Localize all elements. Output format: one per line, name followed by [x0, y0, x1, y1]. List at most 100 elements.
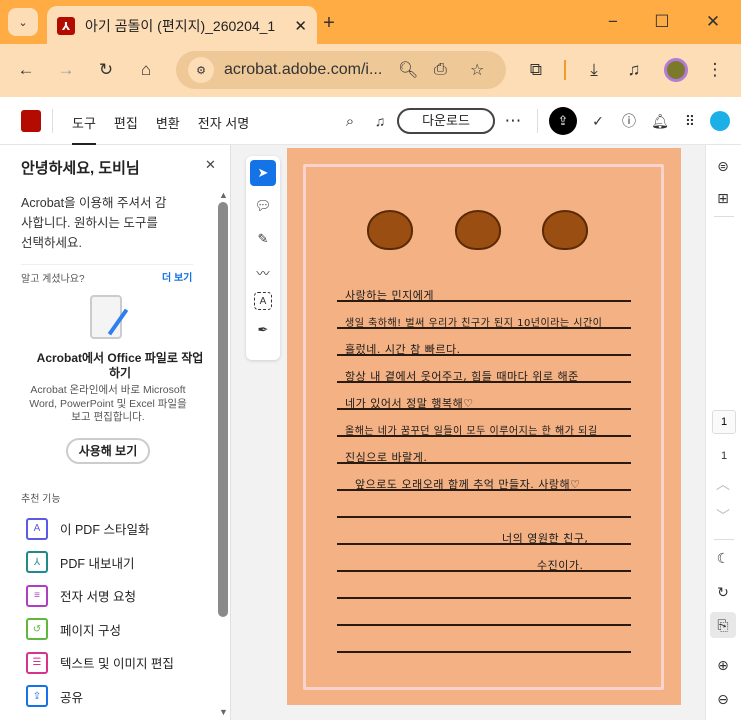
install-app-icon[interactable]: ⎙ [434, 61, 470, 79]
edit-text-image-icon: ☰ [26, 651, 48, 674]
feature-edit-text-image[interactable]: ☰ 텍스트 및 이미지 편집 [0, 646, 215, 680]
welcome-panel: 안녕하세요, 도비님 ✕ Acrobat을 이용해 주셔서 감사합니다. 원하시… [0, 145, 231, 720]
divider [714, 216, 734, 217]
letter-line: 사랑하는 민지에게 [345, 289, 434, 302]
maximize-button[interactable]: ☐ [647, 8, 677, 36]
nav-convert[interactable]: 변환 [156, 113, 180, 145]
back-icon[interactable]: ← [12, 56, 40, 84]
reload-icon[interactable]: ↻ [92, 56, 120, 84]
divider [537, 109, 538, 133]
letter-line: 항상 내 곁에서 웃어주고, 힘들 때마다 위로 해준 [345, 370, 579, 383]
browser-tab[interactable]: ⅄ 아기 곰돌이 (편지지)_260204_1 ✕ [47, 6, 317, 46]
ruled-line [337, 597, 631, 599]
comments-panel-icon[interactable]: ⊜ [710, 153, 736, 179]
feature-export-pdf[interactable]: ⅄ PDF 내보내기 [0, 546, 215, 580]
site-info-icon[interactable]: ⚙ [188, 57, 214, 83]
media-controls-icon[interactable]: ♫ [620, 56, 648, 84]
help-icon[interactable]: ⓘ [619, 109, 639, 133]
feature-organize-pages[interactable]: ↺ 페이지 구성 [0, 613, 215, 647]
page-number-input[interactable]: 1 [712, 410, 736, 434]
new-tab-button[interactable]: + [316, 10, 342, 36]
request-signature-icon: ≡ [26, 584, 48, 607]
pdf-icon: ⅄ [57, 17, 75, 35]
nav-esign[interactable]: 전자 서명 [198, 113, 249, 145]
feature-list: A이 PDF 스타일화 ⅄ PDF 내보내기 ≡ 전자 서명 요청 ↺ 페이지 구성 … [0, 512, 215, 713]
next-page-icon[interactable]: ﹀ [710, 503, 736, 529]
feature-stylize[interactable]: A이 PDF 스타일화 [0, 512, 215, 546]
select-tool-icon[interactable]: ➤ [250, 160, 276, 186]
more-icon[interactable]: ⋯ [503, 109, 523, 133]
minimize-button[interactable]: − [598, 8, 628, 36]
draw-tool-icon[interactable]: 〰 [250, 259, 276, 285]
user-avatar[interactable] [710, 111, 730, 131]
more-link[interactable]: 더 보기 [162, 269, 192, 284]
tab-bar: ⌄ ⅄ 아기 곰돌이 (편지지)_260204_1 ✕ + − ☐ ✕ [0, 0, 741, 46]
downloads-icon[interactable]: ⤓ [580, 56, 608, 84]
extensions-icon[interactable]: ⧉ [522, 56, 550, 84]
page-total: 1 [720, 450, 728, 462]
dark-mode-icon[interactable]: ☾ [710, 545, 736, 571]
organize-pages-icon: ↺ [26, 618, 48, 641]
url-text: acrobat.adobe.com/i... [224, 61, 383, 78]
nav-edit[interactable]: 편집 [114, 113, 138, 145]
share-icon[interactable]: ⇪ [549, 107, 577, 135]
panel-title: 안녕하세요, 도비님 [21, 160, 140, 177]
pdf-page: 사랑하는 민지에게 생일 축하해! 벌써 우리가 친구가 된지 10년이라는 시… [287, 148, 681, 705]
acrobat-logo[interactable] [21, 110, 41, 132]
notifications-icon[interactable]: 🔔︎ [650, 109, 670, 133]
search-icon[interactable]: ⌕ [340, 109, 360, 133]
letter-line: 진심으로 바랄게. [345, 451, 428, 464]
letter-signature: 너의 영원한 친구, [502, 532, 589, 545]
letter-line: 앞으로도 오래오래 함께 추억 만들자. 사랑해♡ [355, 478, 581, 491]
letter-line: 생일 축하해! 벌써 우리가 친구가 된지 10년이라는 시간이 [345, 318, 603, 329]
zoom-icon[interactable]: 🔍︎ [398, 60, 434, 80]
tab-title: 아기 곰돌이 (편지지)_260204_1 [85, 18, 276, 34]
address-bar[interactable]: ⚙ acrobat.adobe.com/i... 🔍︎ ⎙ ☆ [176, 51, 506, 89]
nav-tools[interactable]: 도구 [72, 113, 96, 145]
checkmark-icon[interactable]: ✓ [588, 109, 608, 133]
zoom-in-icon[interactable]: ⊕ [710, 652, 736, 678]
apps-grid-icon[interactable]: ⠿ [680, 109, 700, 133]
page-fit-icon[interactable]: ⎘ [710, 612, 736, 638]
feature-share[interactable]: ⇪ 공유 [0, 680, 215, 714]
bookmark-star-icon[interactable]: ☆ [470, 60, 506, 80]
close-window-button[interactable]: ✕ [698, 8, 728, 36]
forward-icon[interactable]: → [52, 56, 80, 84]
highlight-tool-icon[interactable]: ✎ [250, 226, 276, 252]
letter-line: 올해는 네가 꿈꾸던 일들이 모두 이루어지는 한 해가 되길 [345, 426, 598, 437]
comment-tool-icon[interactable]: 💬︎ [250, 193, 276, 219]
close-tab-icon[interactable]: ✕ [294, 17, 307, 35]
download-button[interactable]: 다운로드 [397, 108, 495, 134]
stylize-icon: A [26, 517, 48, 540]
divider [52, 109, 53, 133]
browser-toolbar: ← → ↻ ⌂ ⚙ acrobat.adobe.com/i... 🔍︎ ⎙ ☆ … [0, 44, 741, 97]
scrollbar[interactable]: ▲ ▼ [217, 190, 229, 720]
thumbnails-icon[interactable]: ⊞ [710, 185, 736, 211]
sign-tool-icon[interactable]: ✒ [250, 317, 276, 343]
profile-avatar[interactable] [664, 58, 688, 82]
home-icon[interactable]: ⌂ [132, 56, 160, 84]
bear-illustration [542, 210, 588, 250]
feature-request-signature[interactable]: ≡ 전자 서명 요청 [0, 579, 215, 613]
try-it-button[interactable]: 사용해 보기 [66, 438, 150, 464]
zoom-out-icon[interactable]: ⊖ [710, 686, 736, 712]
divider [564, 60, 566, 80]
scrollbar-thumb[interactable] [218, 202, 228, 617]
text-tool-icon[interactable]: A [254, 292, 272, 310]
close-panel-icon[interactable]: ✕ [205, 157, 216, 173]
ruled-line [337, 570, 631, 572]
share-icon: ⇪ [26, 685, 48, 708]
did-you-know-label: 알고 계셨나요? [21, 274, 85, 285]
acrobat-header: 도구 편집 변환 전자 서명 ⌕ ♫ 다운로드 ⋯ ⇪ ✓ ⓘ 🔔︎ ⠿ [0, 97, 741, 145]
bear-illustration [455, 210, 501, 250]
bear-illustration [367, 210, 413, 250]
rotate-icon[interactable]: ↻ [710, 579, 736, 605]
promo-body: Acrobat 온라인에서 바로 Microsoft Word, PowerPo… [29, 384, 187, 423]
menu-icon[interactable]: ⋮ [702, 56, 728, 84]
tab-search-button[interactable]: ⌄ [8, 8, 38, 36]
headphones-icon[interactable]: ♫ [370, 109, 390, 133]
export-pdf-icon: ⅄ [26, 551, 48, 574]
previous-page-icon[interactable]: ︿ [710, 471, 736, 497]
divider [21, 264, 193, 265]
divider [714, 539, 734, 540]
